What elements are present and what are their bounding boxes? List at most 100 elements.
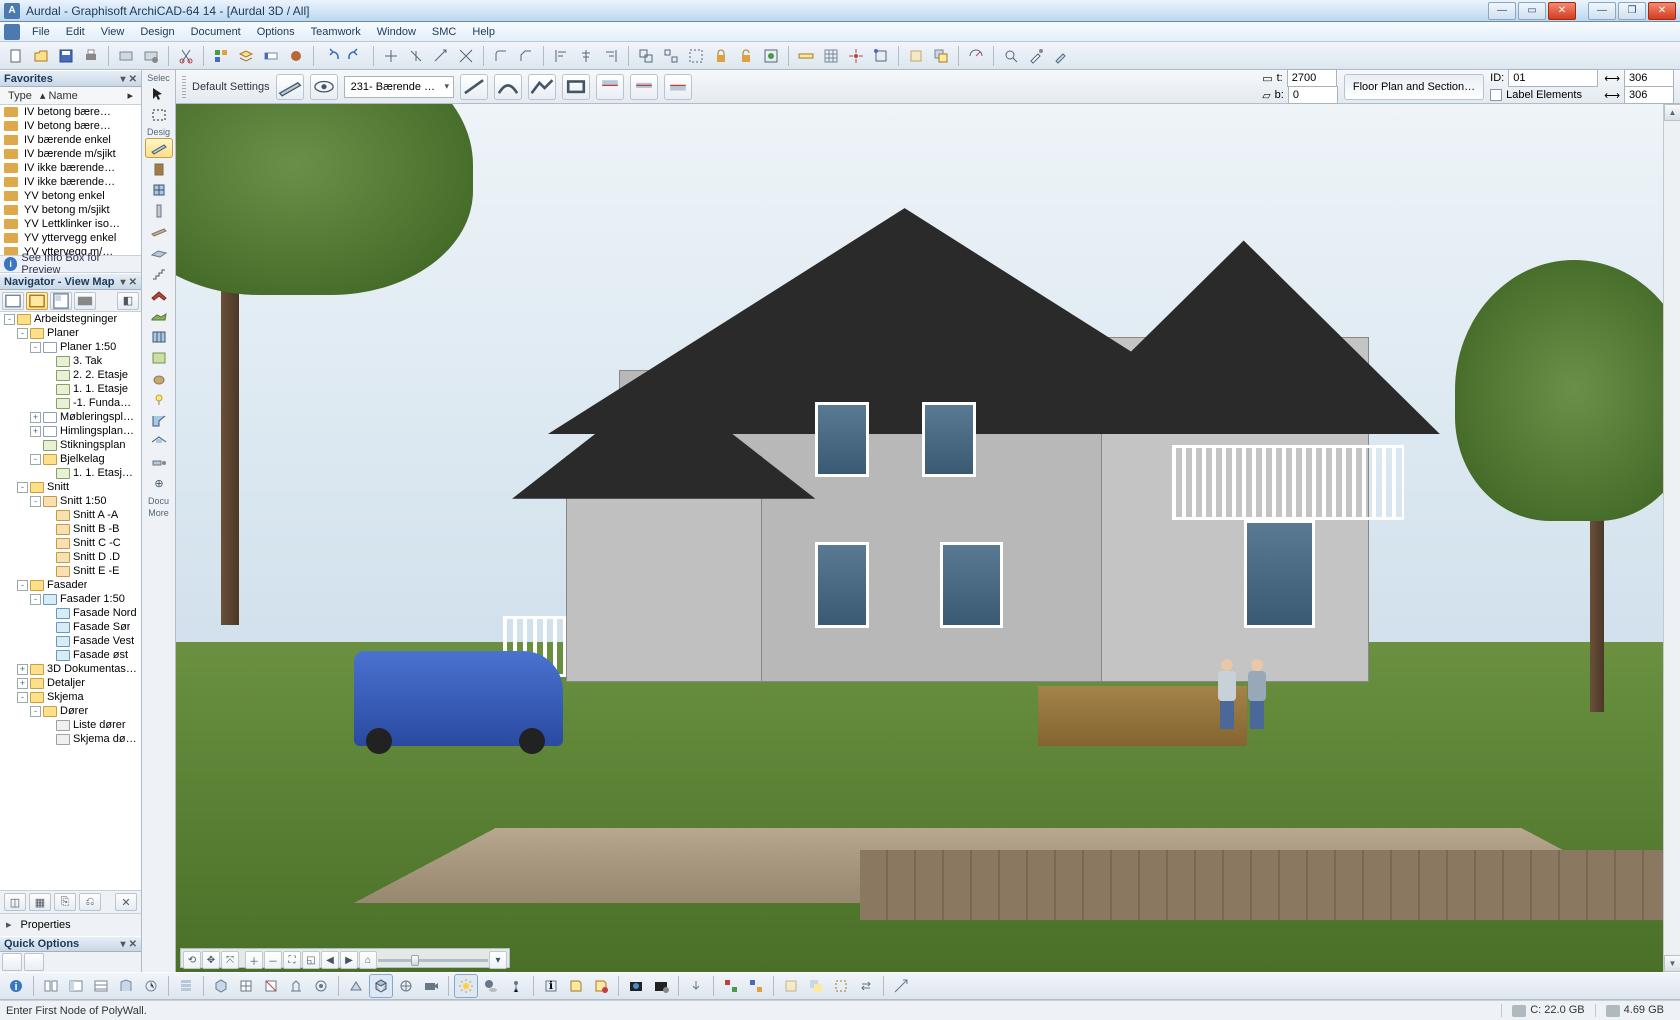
tree-expander[interactable]: +	[30, 426, 41, 437]
geometry-method-1[interactable]	[460, 74, 488, 100]
tree-expander[interactable]: -	[30, 594, 41, 605]
qo-close-icon[interactable]: ✕	[129, 939, 137, 950]
bt-3d-axo[interactable]	[369, 974, 393, 998]
bt-change-mgr[interactable]	[139, 974, 163, 998]
plot-button[interactable]	[114, 44, 138, 68]
qo-button-2[interactable]	[24, 953, 44, 971]
fav-col-type[interactable]: Type	[4, 90, 36, 102]
nav-foot-btn-1[interactable]: ◫	[4, 893, 26, 911]
tree-row[interactable]: 3. Tak	[0, 354, 141, 368]
bt-explore[interactable]	[394, 974, 418, 998]
bt-library-mgr[interactable]	[114, 974, 138, 998]
ref-line-3[interactable]	[664, 74, 692, 100]
bt-drawing-mgr[interactable]	[89, 974, 113, 998]
tool-mesh[interactable]	[145, 306, 173, 326]
infobox-grip[interactable]	[182, 76, 186, 98]
bt-camera[interactable]	[419, 974, 443, 998]
tool-morph[interactable]: ⊕	[145, 474, 173, 494]
geometry-method-2[interactable]	[494, 74, 522, 100]
print-button[interactable]	[79, 44, 103, 68]
navigator-close-icon[interactable]: ✕	[129, 277, 137, 288]
ref-line-1[interactable]	[596, 74, 624, 100]
syringe-button[interactable]	[1049, 44, 1073, 68]
adjust-button[interactable]	[429, 44, 453, 68]
tool-corner-window[interactable]	[145, 411, 173, 431]
cut-button[interactable]	[174, 44, 198, 68]
tree-row[interactable]: Stikningsplan	[0, 438, 141, 452]
bt-shadows[interactable]	[479, 974, 503, 998]
nav-foot-btn-3[interactable]: ⎘	[54, 893, 76, 911]
tool-beam[interactable]	[145, 222, 173, 242]
default-settings-label[interactable]: Default Settings	[192, 81, 270, 93]
pen-button[interactable]	[259, 44, 283, 68]
tree-expander[interactable]: -	[17, 482, 28, 493]
tree-row[interactable]: Snitt C -C	[0, 536, 141, 550]
align-right-button[interactable]	[599, 44, 623, 68]
label-elements-checkbox[interactable]	[1490, 89, 1502, 101]
favorite-item[interactable]: IV bærende enkel	[0, 133, 141, 147]
bt-attributes-set[interactable]	[719, 974, 743, 998]
layers-button[interactable]	[234, 44, 258, 68]
tree-expander[interactable]: -	[17, 328, 28, 339]
bt-elevation[interactable]	[284, 974, 308, 998]
bt-trace-ref[interactable]	[804, 974, 828, 998]
bt-render[interactable]	[504, 974, 528, 998]
tree-expander[interactable]: +	[30, 412, 41, 423]
bt-organizer[interactable]	[39, 974, 63, 998]
vp-prev-view-button[interactable]: ◀	[321, 951, 339, 969]
tree-expander[interactable]: +	[17, 664, 28, 675]
wall-height-field[interactable]: 2700	[1287, 69, 1337, 87]
tree-row[interactable]: Snitt A -A	[0, 508, 141, 522]
vp-zoom-slider[interactable]	[378, 951, 488, 969]
menu-design[interactable]: Design	[132, 24, 182, 40]
navigator-panel-header[interactable]: Navigator - View Map ▾ ✕	[0, 273, 141, 290]
trim-button[interactable]	[379, 44, 403, 68]
bt-story-settings[interactable]	[174, 974, 198, 998]
scroll-up-button[interactable]: ▲	[1664, 104, 1680, 121]
bt-measure[interactable]	[889, 974, 913, 998]
tree-row[interactable]: +3D Dokumentasjon	[0, 662, 141, 676]
minimize-button[interactable]: —	[1488, 2, 1516, 20]
bt-render-settings[interactable]	[649, 974, 673, 998]
menu-help[interactable]: Help	[464, 24, 503, 40]
tree-row[interactable]: -1. Fundamen	[0, 396, 141, 410]
tree-row[interactable]: Skjema dører	[0, 732, 141, 746]
chamfer-button[interactable]	[514, 44, 538, 68]
tree-row[interactable]: 1. 1. Etasje bj	[0, 466, 141, 480]
close-button[interactable]: ✕	[1548, 2, 1576, 20]
nav-tab-view-map[interactable]	[26, 292, 48, 310]
fillet-button[interactable]	[489, 44, 513, 68]
bt-trace-opts[interactable]	[829, 974, 853, 998]
bt-detail[interactable]	[309, 974, 333, 998]
favorites-panel-header[interactable]: Favorites ▾ ✕	[0, 70, 141, 87]
floorplan-section-button[interactable]: Floor Plan and Section…	[1344, 74, 1484, 100]
mdi-minimize-button[interactable]: —	[1588, 2, 1616, 20]
tree-row[interactable]: -Fasader 1:50	[0, 592, 141, 606]
tree-row[interactable]: -Snitt 1:50	[0, 494, 141, 508]
mdi-close-button[interactable]: ✕	[1648, 2, 1676, 20]
favorite-item[interactable]: IV bærende m/sjikt	[0, 147, 141, 161]
id-field[interactable]: 01	[1508, 69, 1598, 87]
favorite-item[interactable]: IV betong bære…	[0, 105, 141, 119]
split-button[interactable]	[404, 44, 428, 68]
open-button[interactable]	[29, 44, 53, 68]
favorites-list[interactable]: IV betong bære…IV betong bære…IV bærende…	[0, 105, 141, 255]
favorite-item[interactable]: IV betong bære…	[0, 119, 141, 133]
nav-foot-btn-2[interactable]: ▦	[29, 893, 51, 911]
bt-navigator[interactable]	[64, 974, 88, 998]
align-left-button[interactable]	[549, 44, 573, 68]
favorite-item[interactable]: YV betong m/sjikt	[0, 203, 141, 217]
tool-lamp[interactable]	[145, 390, 173, 410]
tree-row[interactable]: 1. 1. Etasje	[0, 382, 141, 396]
undo-button[interactable]	[319, 44, 343, 68]
bt-sun[interactable]	[454, 974, 478, 998]
auto-group-button[interactable]	[759, 44, 783, 68]
tool-object[interactable]	[145, 369, 173, 389]
tree-expander[interactable]: -	[4, 314, 15, 325]
favorite-item[interactable]: YV betong enkel	[0, 189, 141, 203]
vp-zoom-out-button[interactable]: －	[264, 951, 282, 969]
tree-row[interactable]: -Snitt	[0, 480, 141, 494]
menu-smc[interactable]: SMC	[424, 24, 464, 40]
ruler-button[interactable]	[794, 44, 818, 68]
bt-markup-tools[interactable]	[589, 974, 613, 998]
